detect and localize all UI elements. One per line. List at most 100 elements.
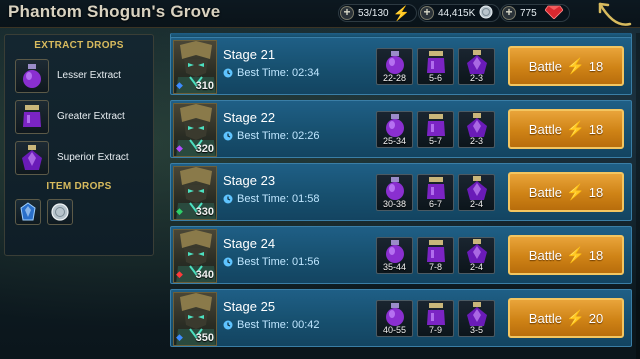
drop-quantity: 2-3: [469, 73, 483, 83]
page-title: Phantom Shogun's Grove: [8, 2, 221, 21]
energy-bolt-icon: ⚡: [566, 184, 585, 201]
greater-extract-drop[interactable]: 5-6: [417, 48, 454, 85]
greater-extract-drop[interactable]: 7-9: [417, 300, 454, 337]
drop-quantity: 35-44: [382, 262, 407, 272]
gem-counter[interactable]: + 775: [500, 4, 570, 22]
drop-quantity: 5-6: [428, 73, 442, 83]
lesser-extract-drop[interactable]: 30-38: [376, 174, 413, 211]
energy-bolt-icon: ⚡: [566, 121, 585, 138]
energy-cost: 20: [588, 310, 604, 326]
superior-extract-drop[interactable]: 2-3: [458, 48, 495, 85]
battle-label: Battle: [528, 184, 563, 200]
extract-item-greater[interactable]: Greater Extract: [5, 96, 153, 137]
clock-icon: [223, 194, 233, 204]
lesser-extract-drop[interactable]: 35-44: [376, 237, 413, 274]
add-silver-button[interactable]: +: [420, 6, 434, 20]
drop-quantity: 30-38: [382, 199, 407, 209]
battle-label: Battle: [528, 310, 563, 326]
affinity-icon: ◆: [176, 269, 183, 279]
energy-cost: 18: [588, 58, 604, 74]
battle-button[interactable]: Battle ⚡ 18: [508, 46, 624, 86]
drop-quantity: 2-4: [469, 262, 483, 272]
stage-row[interactable]: ◆ 350 Stage 25 Best Time: 00:42 40-55 7-9 3-5 B…: [170, 289, 632, 347]
lesser-extract-drop[interactable]: 22-28: [376, 48, 413, 85]
boss-portrait: ◆ 350: [173, 292, 217, 346]
drop-quantity: 40-55: [382, 325, 407, 335]
superior-extract-drop[interactable]: 2-4: [458, 237, 495, 274]
clock-icon: [223, 320, 233, 330]
silver-counter[interactable]: + 44,415K: [418, 4, 501, 22]
artifact-icon[interactable]: [15, 199, 41, 225]
silver-coin-icon: [479, 5, 493, 21]
battle-button[interactable]: Battle ⚡ 18: [508, 109, 624, 149]
boss-portrait: ◆ 330: [173, 166, 217, 220]
stage-row[interactable]: ◆ 340 Stage 24 Best Time: 01:56 35-44 7-8 2-4 B…: [170, 226, 632, 284]
superior-extract-drop[interactable]: 2-3: [458, 111, 495, 148]
drop-quantity: 6-7: [428, 199, 442, 209]
battle-button[interactable]: Battle ⚡ 20: [508, 298, 624, 338]
stage-name: Stage 22: [223, 110, 276, 125]
stage-list-scrollbar[interactable]: [636, 33, 640, 359]
energy-bolt-icon: ⚡: [392, 5, 411, 21]
lesser-extract-icon: [15, 58, 49, 93]
stage-name: Stage 24: [223, 236, 276, 251]
stage-drops: 35-44 7-8 2-4: [376, 237, 495, 274]
stage-row[interactable]: ◆ 310 Stage 21 Best Time: 02:34 22-28 5-6 2-3 B…: [170, 37, 632, 95]
stage-row[interactable]: ◆ 320 Stage 22 Best Time: 02:26 25-34 5-7 2-3 B…: [170, 100, 632, 158]
superior-extract-drop[interactable]: 2-4: [458, 174, 495, 211]
affinity-icon: ◆: [176, 206, 183, 216]
add-gems-button[interactable]: +: [502, 6, 516, 20]
silver-coin-drop-icon[interactable]: [47, 199, 73, 225]
battle-label: Battle: [528, 121, 563, 137]
boss-portrait: ◆ 310: [173, 40, 217, 94]
extract-label-superior: Superior Extract: [57, 152, 129, 163]
energy-cost: 18: [588, 247, 604, 263]
drops-panel: EXTRACT DROPS Lesser Extract Greater Ext…: [4, 34, 154, 256]
lesser-extract-drop[interactable]: 25-34: [376, 111, 413, 148]
best-time-text: Best Time: 02:26: [237, 130, 320, 142]
battle-label: Battle: [528, 58, 563, 74]
energy-value: 53/130: [358, 7, 389, 19]
stage-row[interactable]: ◆ 330 Stage 23 Best Time: 01:58 30-38 6-7 2-4 B…: [170, 163, 632, 221]
extract-item-superior[interactable]: Superior Extract: [5, 137, 153, 178]
battle-button[interactable]: Battle ⚡ 18: [508, 235, 624, 275]
item-drops-list: [5, 199, 153, 225]
greater-extract-icon: [15, 99, 49, 134]
affinity-icon: ◆: [176, 332, 183, 342]
boss-portrait: ◆ 320: [173, 103, 217, 157]
gem-value: 775: [520, 7, 537, 19]
item-drops-header: ITEM DROPS: [46, 181, 112, 192]
affinity-icon: ◆: [176, 80, 183, 90]
drop-quantity: 22-28: [382, 73, 407, 83]
silver-value: 44,415K: [438, 7, 476, 19]
battle-button[interactable]: Battle ⚡ 18: [508, 172, 624, 212]
add-energy-button[interactable]: +: [340, 6, 354, 20]
best-time-text: Best Time: 01:58: [237, 193, 320, 205]
superior-extract-drop[interactable]: 3-5: [458, 300, 495, 337]
back-arrow-icon[interactable]: [596, 0, 632, 28]
boss-level: 350: [195, 332, 214, 344]
energy-bolt-icon: ⚡: [566, 247, 585, 264]
drop-quantity: 3-5: [469, 325, 483, 335]
boss-portrait: ◆ 340: [173, 229, 217, 283]
energy-bolt-icon: ⚡: [566, 310, 585, 327]
extract-drops-header: EXTRACT DROPS: [34, 40, 124, 51]
ruby-gem-icon: [544, 5, 564, 21]
energy-counter[interactable]: + 53/130 ⚡: [338, 4, 418, 22]
stage-list[interactable]: ◆ 310 Stage 21 Best Time: 02:34 22-28 5-6 2-3 B…: [170, 33, 632, 359]
extract-label-greater: Greater Extract: [57, 111, 125, 122]
top-bar: Phantom Shogun's Grove + 53/130 ⚡ + 44,4…: [0, 0, 640, 28]
greater-extract-drop[interactable]: 7-8: [417, 237, 454, 274]
stage-drops: 25-34 5-7 2-3: [376, 111, 495, 148]
boss-level: 310: [195, 80, 214, 92]
extract-label-lesser: Lesser Extract: [57, 70, 121, 81]
best-time-text: Best Time: 01:56: [237, 256, 320, 268]
lesser-extract-drop[interactable]: 40-55: [376, 300, 413, 337]
greater-extract-drop[interactable]: 6-7: [417, 174, 454, 211]
greater-extract-drop[interactable]: 5-7: [417, 111, 454, 148]
drop-quantity: 2-3: [469, 136, 483, 146]
best-time: Best Time: 00:42: [223, 319, 320, 331]
best-time: Best Time: 02:34: [223, 67, 320, 79]
drop-quantity: 5-7: [428, 136, 442, 146]
extract-item-lesser[interactable]: Lesser Extract: [5, 55, 153, 96]
